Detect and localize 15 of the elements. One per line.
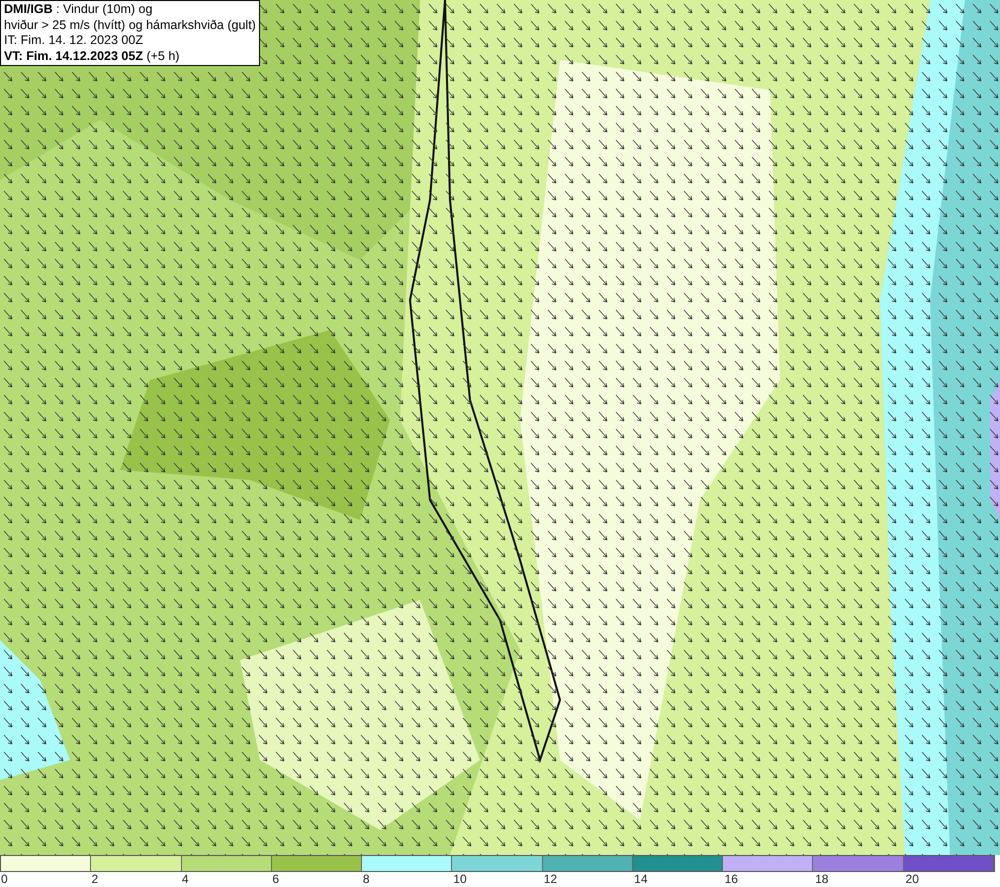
legend-tick-label: 16	[724, 872, 738, 886]
legend-tick-label: 20	[906, 872, 919, 886]
legend-tick-label: 6	[272, 872, 280, 886]
title-line: IT: Fim. 14. 12. 2023 00Z	[4, 33, 144, 48]
legend-tick-label: 8	[362, 872, 370, 886]
legend-tick-label: 0	[1, 872, 8, 886]
legend-tick-label: 18	[815, 872, 828, 886]
legend-tick-label: 12	[544, 872, 558, 886]
title-line: hviður > 25 m/s (hvítt) og hámarkshviða (gult)	[4, 18, 256, 33]
legend-tick-label: 4	[182, 872, 189, 886]
legend-tick-label: 10	[453, 872, 467, 886]
legend-tick-label: 2	[91, 872, 98, 886]
title-line: VT: Fim. 14.12.2023 05Z (+5 h)	[4, 48, 180, 64]
legend-tick-label: 14	[634, 872, 648, 886]
title-line: DMI/IGB : Vindur (10m) og	[4, 2, 154, 18]
